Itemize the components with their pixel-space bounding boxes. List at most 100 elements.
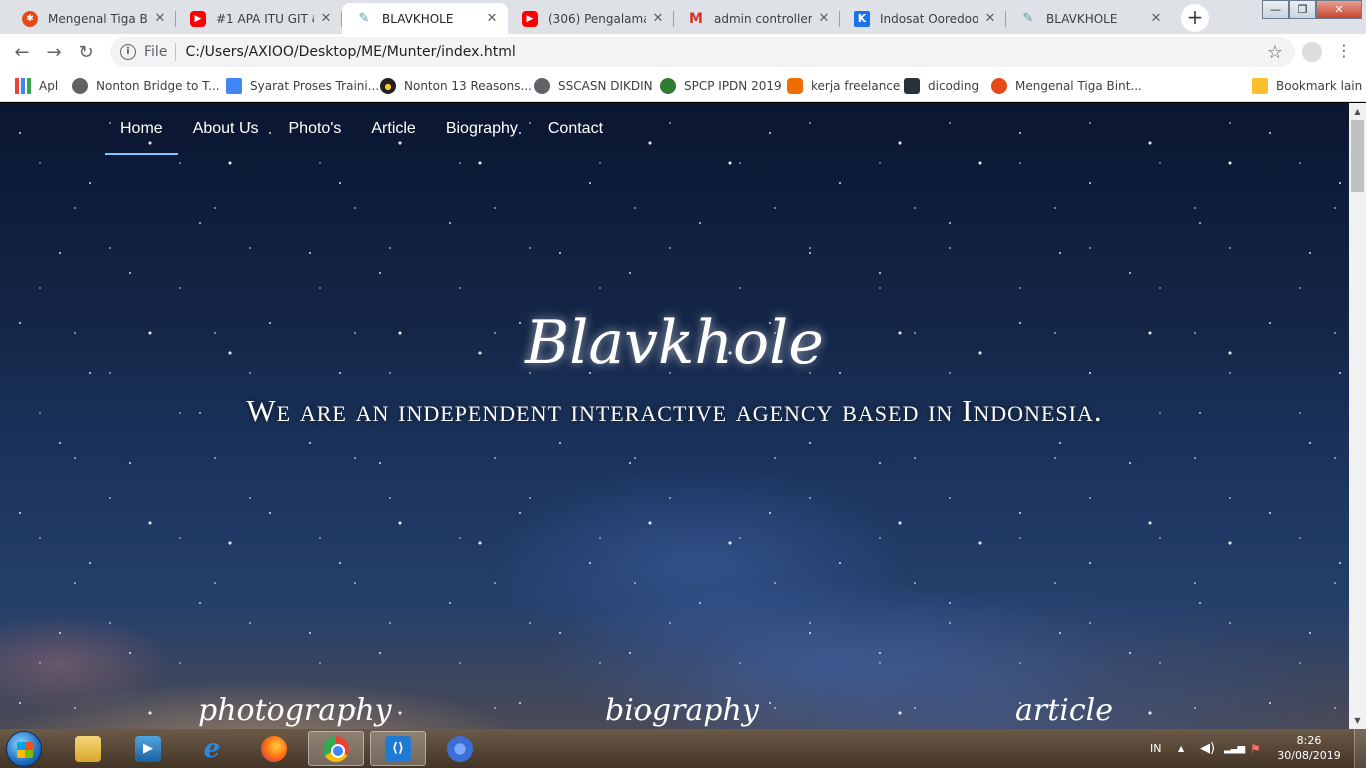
dicoding-icon (904, 78, 920, 94)
section-article[interactable]: article (1015, 693, 1113, 728)
browser-tab-active[interactable]: ✎ BLAVKHOLE ✕ (342, 3, 508, 34)
close-icon[interactable]: ✕ (816, 11, 832, 26)
browser-tab[interactable]: M admin controller_ir ✕ (674, 3, 840, 34)
bookmark-item[interactable]: Syarat Proses Traini... (226, 76, 379, 96)
tab-title: admin controller_ir (714, 11, 812, 26)
action-center-icon[interactable]: ⚑ (1250, 729, 1261, 768)
bookmark-label: Mengenal Tiga Bint... (1015, 79, 1142, 93)
new-tab-button[interactable]: + (1181, 4, 1209, 32)
taskbar-clock[interactable]: 8:26 30/08/2019 (1277, 733, 1341, 763)
tab-title: Indosat Ooredoo C (880, 11, 978, 26)
tab-title: BLAVKHOLE (382, 11, 454, 26)
section-photography[interactable]: photography (198, 693, 392, 728)
close-icon[interactable]: ✕ (650, 11, 666, 26)
nav-article[interactable]: Article (356, 103, 430, 155)
url-text[interactable]: C:/Users/AXIOO/Desktop/ME/Munter/index.h… (185, 44, 515, 60)
windows-taskbar: ▶ e ⟨⟩ IN ▲ ◀) ▂▃▅ ⚑ 8:26 30/08/2019 (0, 729, 1366, 768)
address-bar[interactable]: i File C:/Users/AXIOO/Desktop/ME/Munter/… (110, 37, 1295, 67)
browser-tab[interactable]: K Indosat Ooredoo C ✕ (840, 3, 1006, 34)
firefox-icon (261, 735, 287, 762)
bookmark-label: Apl (39, 79, 59, 93)
nav-photos[interactable]: Photo's (274, 103, 357, 155)
scroll-up-arrow[interactable]: ▲ (1349, 103, 1366, 120)
close-icon[interactable]: ✕ (152, 11, 168, 26)
browser-tab[interactable]: ▶ (306) Pengalaman N ✕ (508, 3, 674, 34)
chrome-canary-icon (447, 735, 473, 762)
clock-date: 30/08/2019 (1277, 749, 1341, 762)
browser-tab[interactable]: ✎ BLAVKHOLE ✕ (1006, 3, 1172, 34)
windows-logo-icon (17, 742, 33, 758)
bookmark-item[interactable]: Mengenal Tiga Bint... (991, 76, 1142, 96)
skull-icon: ● (380, 78, 396, 94)
close-icon[interactable]: ✕ (318, 11, 334, 26)
close-icon[interactable]: ✕ (484, 11, 500, 26)
scroll-thumb[interactable] (1351, 120, 1364, 192)
taskbar-chrome-canary[interactable] (432, 731, 488, 766)
internet-explorer-icon: e (203, 733, 221, 764)
section-biography[interactable]: biography (605, 693, 759, 728)
globe-icon (534, 78, 550, 94)
browser-tab-strip: ✱ Mengenal Tiga Bint ✕ ▶ #1 APA ITU GIT … (0, 0, 1366, 34)
taskbar-vscode[interactable]: ⟨⟩ (370, 731, 426, 766)
reload-button[interactable]: ↻ (70, 42, 102, 63)
bookmark-label: kerja freelance (811, 79, 901, 93)
vertical-scrollbar[interactable]: ▲ ▼ (1349, 103, 1366, 729)
close-icon[interactable]: ✕ (1148, 11, 1164, 26)
blavkhole-icon: ✎ (1022, 11, 1034, 26)
start-button[interactable] (6, 731, 42, 767)
back-button[interactable]: ← (6, 42, 38, 63)
bookmark-label: dicoding (928, 79, 980, 93)
nav-biography[interactable]: Biography (431, 103, 533, 155)
clock-time: 8:26 (1296, 734, 1322, 747)
hero-title: Blavkhole (525, 308, 824, 378)
hero-subtitle: We are an independent interactive agency… (246, 393, 1103, 428)
bookmark-item[interactable]: Nonton Bridge to T... (72, 76, 220, 96)
bookmark-item[interactable]: kerja freelance (787, 76, 900, 96)
url-scheme: File (144, 44, 168, 60)
nav-contact[interactable]: Contact (533, 103, 618, 155)
bookmark-item[interactable]: ● Nonton 13 Reasons... (380, 76, 532, 96)
minimize-button[interactable]: — (1262, 0, 1289, 19)
taskbar-explorer[interactable] (60, 731, 116, 766)
youtube-icon: ▶ (190, 10, 206, 27)
close-icon[interactable]: ✕ (982, 11, 998, 26)
maximize-button[interactable]: ❐ (1289, 0, 1316, 19)
tab-title: BLAVKHOLE (1046, 11, 1118, 26)
close-window-button[interactable]: ✕ (1316, 0, 1362, 19)
bookmark-item[interactable]: Apl (15, 76, 58, 96)
blavkhole-icon: ✎ (358, 11, 370, 26)
taskbar-internet-explorer[interactable]: e (184, 731, 240, 766)
taskbar-firefox[interactable] (246, 731, 302, 766)
info-icon[interactable]: i (120, 44, 136, 60)
forward-button[interactable]: → (38, 42, 70, 63)
show-desktop-button[interactable] (1354, 729, 1366, 768)
bookmark-item[interactable]: dicoding (904, 76, 979, 96)
vscode-icon: ⟨⟩ (385, 735, 411, 762)
folder-icon (1252, 78, 1268, 94)
bookmark-item[interactable]: SPCP IPDN 2019 (660, 76, 782, 96)
browser-menu-icon[interactable]: ⋮ (1336, 41, 1352, 60)
language-indicator[interactable]: IN (1150, 729, 1161, 768)
window-controls: — ❐ ✕ (1262, 0, 1362, 20)
k-icon: K (854, 10, 870, 27)
other-bookmarks[interactable]: Bookmark lain (1252, 76, 1362, 96)
freelance-icon (787, 78, 803, 94)
nav-about-us[interactable]: About Us (178, 103, 274, 155)
tray-arrow-icon[interactable]: ▲ (1178, 729, 1184, 768)
bookmark-item[interactable]: SSCASN DIKDIN (534, 76, 653, 96)
network-icon[interactable]: ▂▃▅ (1224, 729, 1245, 768)
docs-icon (226, 78, 242, 94)
scroll-down-arrow[interactable]: ▼ (1349, 712, 1366, 729)
tab-title: #1 APA ITU GIT & G (216, 11, 314, 26)
taskbar-media-player[interactable]: ▶ (120, 731, 176, 766)
bookmark-label: Nonton Bridge to T... (96, 79, 220, 93)
bookmark-star-icon[interactable]: ☆ (1267, 42, 1283, 63)
browser-tab[interactable]: ✱ Mengenal Tiga Bint ✕ (8, 3, 176, 34)
nav-home[interactable]: Home (105, 103, 178, 155)
browser-tab[interactable]: ▶ #1 APA ITU GIT & G ✕ (176, 3, 342, 34)
profile-avatar[interactable] (1302, 42, 1322, 62)
volume-icon[interactable]: ◀) (1200, 729, 1215, 768)
tab-title: Mengenal Tiga Bint (48, 11, 148, 26)
taskbar-chrome[interactable] (308, 731, 364, 766)
site-nav: Home About Us Photo's Article Biography … (105, 103, 618, 155)
